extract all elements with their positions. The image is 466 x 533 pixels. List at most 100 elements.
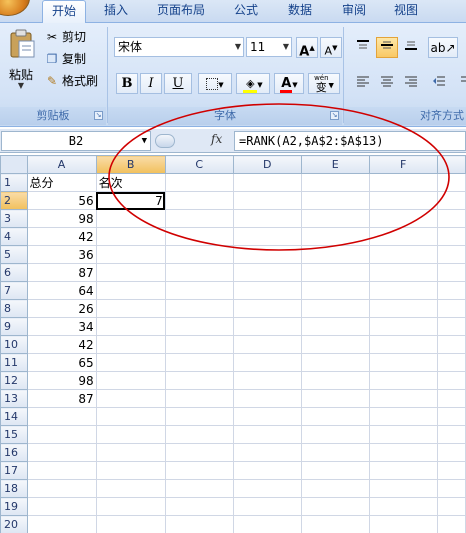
cell-a20[interactable] <box>26 515 97 533</box>
cell-b19[interactable] <box>95 497 166 516</box>
row-header[interactable]: 15 <box>0 425 28 444</box>
tab-data[interactable]: 数据 <box>280 0 320 23</box>
underline-button[interactable]: U <box>164 73 192 94</box>
font-name-combo[interactable]: 宋体 ▼ <box>114 37 244 57</box>
column-header-e[interactable]: E <box>300 155 370 174</box>
align-right-button[interactable] <box>400 73 422 94</box>
formula-input[interactable]: =RANK(A2,$A$2:$A$13) <box>234 131 466 151</box>
cell-g3[interactable] <box>436 209 466 228</box>
row-header[interactable]: 6 <box>0 263 28 282</box>
cell-c6[interactable] <box>164 263 234 282</box>
cell-g19[interactable] <box>436 497 466 516</box>
cell-d20[interactable] <box>232 515 302 533</box>
cell-c18[interactable] <box>164 479 234 498</box>
grow-font-button[interactable]: A▲ <box>296 37 318 59</box>
row-header[interactable]: 4 <box>0 227 28 246</box>
cell-e13[interactable] <box>300 389 370 408</box>
cell-e15[interactable] <box>300 425 370 444</box>
insert-function-icon[interactable]: fx <box>211 132 222 146</box>
align-top-button[interactable] <box>352 37 374 58</box>
cell-d5[interactable] <box>232 245 302 264</box>
column-header-b[interactable]: B <box>95 155 166 174</box>
cell-f10[interactable] <box>368 335 438 354</box>
tab-home[interactable]: 开始 <box>42 0 86 24</box>
cell-d17[interactable] <box>232 461 302 480</box>
office-button[interactable] <box>0 0 30 16</box>
cell-f6[interactable] <box>368 263 438 282</box>
cell-b15[interactable] <box>95 425 166 444</box>
column-header-c[interactable]: C <box>164 155 234 174</box>
cell-e19[interactable] <box>300 497 370 516</box>
cell-b3[interactable] <box>95 209 166 228</box>
format-painter-button[interactable]: ✎ 格式刷 <box>44 71 98 91</box>
row-header[interactable]: 13 <box>0 389 28 408</box>
cell-f9[interactable] <box>368 317 438 336</box>
cell-b20[interactable] <box>95 515 166 533</box>
cell-e1[interactable] <box>300 173 370 192</box>
font-color-button[interactable]: A▼ <box>274 73 304 94</box>
cell-a16[interactable] <box>26 443 97 462</box>
cell-e14[interactable] <box>300 407 370 426</box>
cell-c10[interactable] <box>164 335 234 354</box>
cell-b10[interactable] <box>95 335 166 354</box>
column-header-d[interactable]: D <box>232 155 302 174</box>
cell-b18[interactable] <box>95 479 166 498</box>
cell-e5[interactable] <box>300 245 370 264</box>
cell-f12[interactable] <box>368 371 438 390</box>
cell-a3[interactable]: 98 <box>26 209 97 228</box>
cell-d16[interactable] <box>232 443 302 462</box>
cell-b14[interactable] <box>95 407 166 426</box>
row-header[interactable]: 9 <box>0 317 28 336</box>
shrink-font-button[interactable]: A▼ <box>320 37 342 58</box>
cell-e8[interactable] <box>300 299 370 318</box>
cell-c11[interactable] <box>164 353 234 372</box>
cell-d18[interactable] <box>232 479 302 498</box>
column-header-g-partial[interactable] <box>436 155 466 174</box>
align-middle-button[interactable] <box>376 37 398 58</box>
cell-b12[interactable] <box>95 371 166 390</box>
row-header[interactable]: 18 <box>0 479 28 498</box>
row-header[interactable]: 2 <box>0 191 28 210</box>
cell-f3[interactable] <box>368 209 438 228</box>
cell-e3[interactable] <box>300 209 370 228</box>
cell-e18[interactable] <box>300 479 370 498</box>
cell-c20[interactable] <box>164 515 234 533</box>
increase-indent-button[interactable] <box>452 73 466 94</box>
cell-a15[interactable] <box>26 425 97 444</box>
cell-e12[interactable] <box>300 371 370 390</box>
cell-f8[interactable] <box>368 299 438 318</box>
align-left-button[interactable] <box>352 73 374 94</box>
row-header[interactable]: 14 <box>0 407 28 426</box>
cell-e6[interactable] <box>300 263 370 282</box>
cell-b13[interactable] <box>95 389 166 408</box>
cell-c7[interactable] <box>164 281 234 300</box>
cell-c19[interactable] <box>164 497 234 516</box>
cell-e17[interactable] <box>300 461 370 480</box>
borders-button[interactable]: ▼ <box>198 73 232 94</box>
cell-b1[interactable]: 名次 <box>95 173 166 192</box>
cell-a7[interactable]: 64 <box>26 281 97 300</box>
cell-g12[interactable] <box>436 371 466 390</box>
cell-e4[interactable] <box>300 227 370 246</box>
cell-a12[interactable]: 98 <box>26 371 97 390</box>
cell-c3[interactable] <box>164 209 234 228</box>
cell-g13[interactable] <box>436 389 466 408</box>
cell-e9[interactable] <box>300 317 370 336</box>
cell-b16[interactable] <box>95 443 166 462</box>
cell-f14[interactable] <box>368 407 438 426</box>
cell-d6[interactable] <box>232 263 302 282</box>
phonetic-guide-button[interactable]: wén 变 ▼ <box>308 73 340 94</box>
cell-f4[interactable] <box>368 227 438 246</box>
cell-f11[interactable] <box>368 353 438 372</box>
column-header-a[interactable]: A <box>26 155 97 174</box>
cell-f20[interactable] <box>368 515 438 533</box>
cell-d15[interactable] <box>232 425 302 444</box>
row-header[interactable]: 20 <box>0 515 28 533</box>
cell-d7[interactable] <box>232 281 302 300</box>
cell-c1[interactable] <box>164 173 234 192</box>
cell-g11[interactable] <box>436 353 466 372</box>
cell-f19[interactable] <box>368 497 438 516</box>
tab-formulas[interactable]: 公式 <box>226 0 266 23</box>
row-header[interactable]: 12 <box>0 371 28 390</box>
cell-f5[interactable] <box>368 245 438 264</box>
